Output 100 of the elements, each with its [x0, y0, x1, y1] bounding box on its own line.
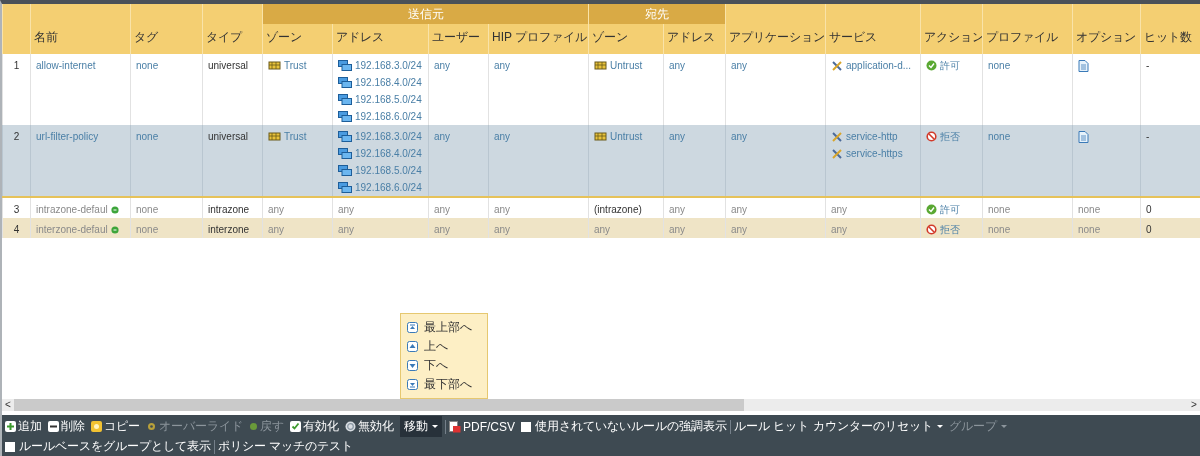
column-header[interactable]: サービス	[829, 30, 877, 44]
document-icon[interactable]	[1078, 59, 1089, 72]
document-icon	[449, 420, 461, 433]
cell-text: 4	[13, 224, 20, 235]
rule-row[interactable]: 2 url-filter-policy none universal Trust 192.168.3.0/24 192.168.4.0/24 192.168.5.0/24 192.168.6.0/24 any any Untrust any any service-http service-https 拒否 none -	[2, 125, 1200, 197]
cell-text: any	[669, 204, 686, 215]
check-icon	[926, 60, 937, 71]
rule-row[interactable]: 3 intrazone-defaul none intrazone any any any any (intrazone) any any any 許可 none none 0	[2, 197, 1200, 218]
cell-link[interactable]: 192.168.5.0/24	[355, 165, 422, 176]
column-header[interactable]: タイプ	[206, 30, 242, 44]
computer-icon	[338, 147, 352, 160]
column-header[interactable]: 名前	[34, 30, 58, 44]
cell-link[interactable]: any	[434, 60, 451, 71]
computer-icon	[338, 93, 352, 106]
computer-icon	[338, 59, 352, 72]
cell-text: any	[434, 204, 451, 215]
checkbox-label: ルールベースをグループとして表示	[19, 438, 211, 455]
cell-text: any	[338, 224, 355, 235]
cell-text: any	[268, 204, 285, 215]
cell-text: none	[1078, 204, 1101, 215]
cell-link[interactable]: 192.168.4.0/24	[355, 148, 422, 159]
rule-row[interactable]: 1 allow-internet none universal Trust 192.168.3.0/24 192.168.4.0/24 192.168.5.0/24 192.168.6.0/24 any any Untrust any any application-d... 許可 none -	[2, 54, 1200, 125]
cell-link[interactable]: Trust	[284, 131, 307, 142]
cell-text: interzone	[208, 224, 250, 235]
cell-text: 1	[13, 60, 20, 71]
toolbar-button[interactable]: ポリシー マッチのテスト	[218, 438, 354, 455]
cell-text: 0	[1146, 204, 1152, 215]
tools-icon	[831, 147, 843, 160]
cell-link[interactable]: allow-internet	[36, 60, 96, 71]
toolbar-button[interactable]: 有効化	[290, 418, 339, 435]
document-icon[interactable]	[1078, 130, 1089, 143]
menu-item[interactable]: 下へ	[401, 356, 487, 375]
cell-link[interactable]: any	[494, 60, 511, 71]
cell-link[interactable]: 192.168.6.0/24	[355, 111, 422, 122]
scroll-right-arrow[interactable]: >	[1188, 399, 1200, 411]
menu-item[interactable]: 最下部へ	[401, 375, 487, 394]
cell-link[interactable]: url-filter-policy	[36, 131, 99, 142]
rule-name[interactable]: intrazone-defaul	[36, 204, 108, 215]
check-icon	[290, 421, 301, 432]
cell-link[interactable]: any	[731, 131, 748, 142]
toolbar-button[interactable]: PDF/CSV	[449, 419, 515, 434]
cell-text: none	[136, 204, 159, 215]
cell-link[interactable]: 192.168.6.0/24	[355, 182, 422, 193]
cell-text: any	[434, 224, 451, 235]
checkbox[interactable]	[5, 441, 15, 452]
cell-link[interactable]: 許可	[940, 202, 960, 217]
cell-link[interactable]: service-https	[846, 148, 903, 159]
cell-text: 0	[1146, 224, 1152, 235]
cell-text: any	[669, 224, 686, 235]
cell-link[interactable]: Untrust	[610, 131, 643, 142]
toolbar-button[interactable]: ルール ヒット カウンターのリセット	[734, 418, 943, 435]
cell-link[interactable]: none	[136, 131, 159, 142]
scrollbar-thumb[interactable]	[14, 399, 744, 411]
rule-name[interactable]: interzone-defaul	[36, 224, 108, 235]
cell-link[interactable]: Untrust	[610, 60, 643, 71]
zone-icon	[594, 131, 607, 142]
cell-text: any	[731, 204, 748, 215]
cell-link[interactable]: any	[731, 60, 748, 71]
toolbar-button[interactable]: 削除	[48, 418, 85, 435]
cell-text: any	[494, 224, 511, 235]
move-button[interactable]: 移動	[400, 416, 442, 437]
column-header[interactable]: タグ	[134, 30, 158, 44]
cell-link[interactable]: Trust	[284, 60, 307, 71]
cell-text: none	[1078, 224, 1101, 235]
computer-icon	[338, 181, 352, 194]
rule-row[interactable]: 4 interzone-defaul none interzone any any any any any any any any 拒否 none none 0	[2, 218, 1200, 238]
cell-text: (intrazone)	[594, 204, 642, 215]
toolbar-button[interactable]: コピー	[91, 418, 140, 435]
cell-link[interactable]: any	[434, 131, 451, 142]
menu-item[interactable]: 最上部へ	[401, 318, 487, 337]
cell-link[interactable]: service-http	[846, 131, 898, 142]
cell-link[interactable]: 許可	[940, 58, 960, 73]
cell-link[interactable]: none	[988, 60, 1011, 71]
cell-link[interactable]: 192.168.3.0/24	[355, 60, 422, 71]
cell-link[interactable]: any	[669, 131, 686, 142]
cell-text: universal	[208, 131, 249, 142]
checkbox[interactable]	[521, 421, 531, 432]
cell-link[interactable]: 192.168.5.0/24	[355, 94, 422, 105]
cell-link[interactable]: 拒否	[940, 222, 960, 237]
computer-icon	[338, 130, 352, 143]
horizontal-scrollbar[interactable]: < >	[2, 399, 1200, 411]
deny-icon	[926, 131, 937, 142]
scroll-left-arrow[interactable]: <	[2, 399, 14, 411]
cell-text: any	[594, 224, 611, 235]
cell-link[interactable]: application-d...	[846, 60, 912, 71]
cell-link[interactable]: none	[136, 60, 159, 71]
cell-link[interactable]: any	[494, 131, 511, 142]
column-group-header: 送信元	[262, 4, 589, 24]
toolbar-button[interactable]: 追加	[5, 418, 42, 435]
cell-link[interactable]: 拒否	[940, 129, 960, 144]
computer-icon	[338, 110, 352, 123]
cell-link[interactable]: any	[669, 60, 686, 71]
toolbar-button[interactable]: 無効化	[345, 418, 394, 435]
tools-icon	[831, 130, 843, 143]
cell-link[interactable]: 192.168.4.0/24	[355, 77, 422, 88]
menu-item[interactable]: 上へ	[401, 337, 487, 356]
zone-icon	[268, 131, 281, 142]
cell-link[interactable]: 192.168.3.0/24	[355, 131, 422, 142]
cell-text: any	[338, 204, 355, 215]
cell-link[interactable]: none	[988, 131, 1011, 142]
